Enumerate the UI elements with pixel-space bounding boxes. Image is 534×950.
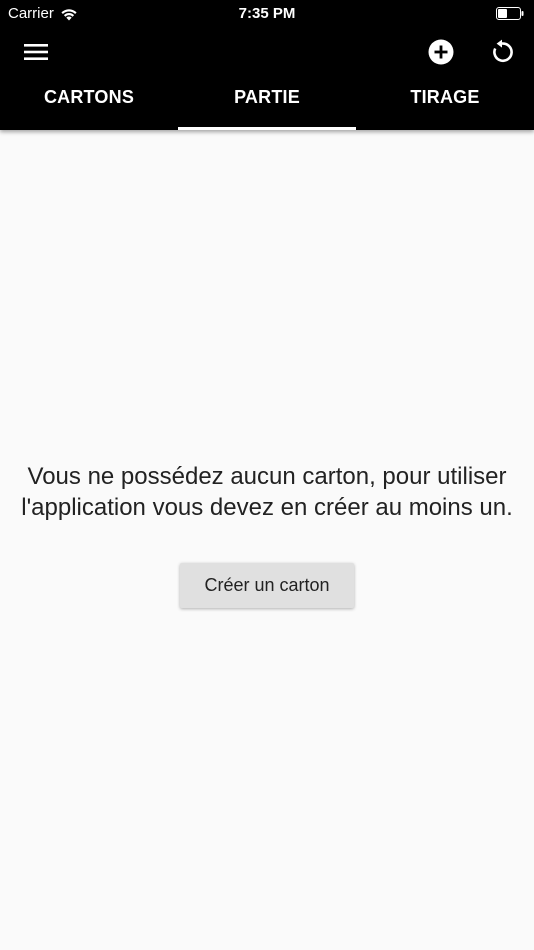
tab-tirage-label: TIRAGE	[410, 86, 480, 107]
screen: Carrier 7:35 PM CARTONS PARTIE TIRAGE Vo…	[0, 0, 534, 950]
status-time: 7:35 PM	[238, 5, 296, 22]
create-carton-button[interactable]: Créer un carton	[180, 563, 354, 608]
tab-cartons[interactable]: CARTONS	[0, 78, 178, 130]
battery-icon	[496, 7, 524, 20]
tab-bar: CARTONS PARTIE TIRAGE	[0, 78, 534, 130]
menu-button[interactable]	[18, 36, 54, 68]
tab-partie-label: PARTIE	[234, 86, 300, 107]
menu-icon	[24, 44, 48, 60]
refresh-icon	[493, 39, 513, 63]
tab-selected-indicator	[178, 127, 356, 130]
tab-tirage[interactable]: TIRAGE	[356, 78, 534, 130]
app-bar: CARTONS PARTIE TIRAGE	[0, 28, 534, 130]
status-bar: Carrier 7:35 PM	[0, 0, 534, 28]
refresh-button[interactable]	[484, 36, 520, 68]
add-circle-icon	[428, 39, 454, 65]
tab-cartons-label: CARTONS	[43, 86, 135, 107]
empty-state-message: Vous ne possédez aucun carton, pour util…	[21, 463, 513, 521]
add-button[interactable]	[423, 36, 459, 68]
tab-partie[interactable]: PARTIE	[178, 78, 356, 130]
